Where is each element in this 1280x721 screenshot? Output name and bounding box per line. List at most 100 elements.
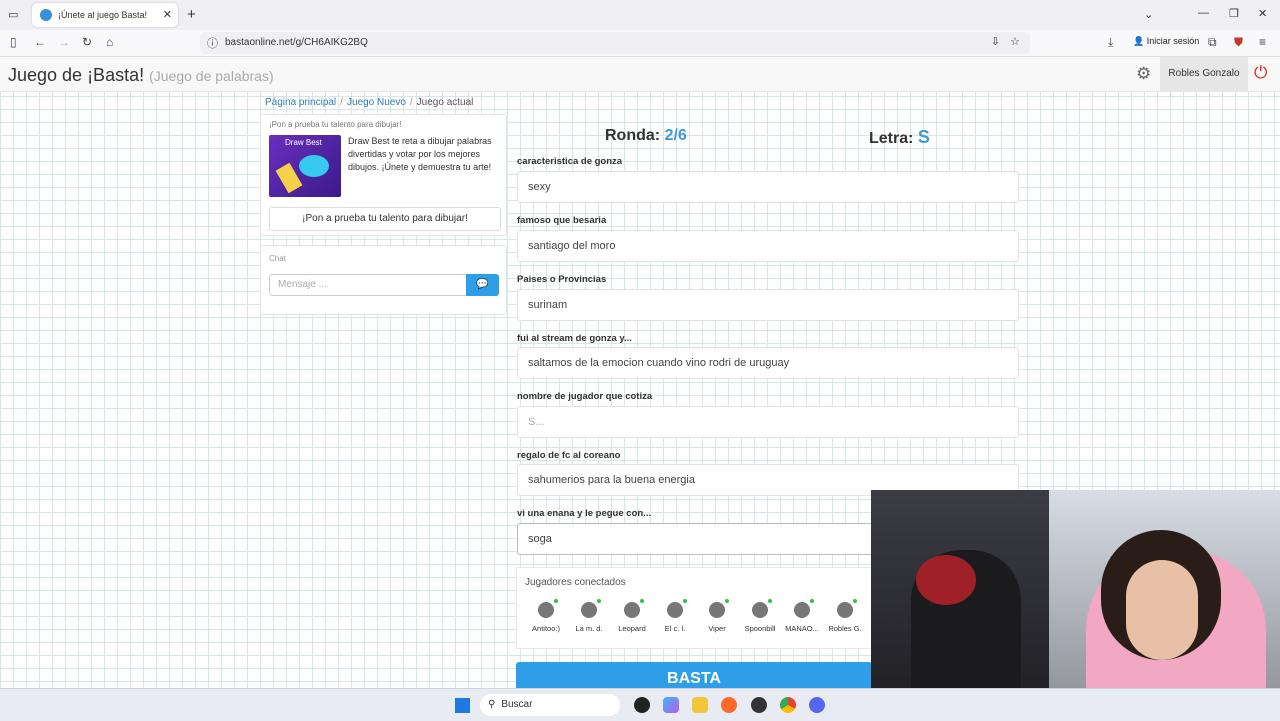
- site-header: Juego de ¡Basta! (Juego de palabras) ⚙ R…: [0, 57, 1280, 92]
- category-input[interactable]: santiago del moro: [517, 230, 1019, 262]
- promo-text: Draw Best te reta a dibujar palabras div…: [348, 136, 492, 172]
- brand-title: Juego de ¡Basta!: [8, 65, 145, 85]
- tab-overflow-icon[interactable]: ⌄: [1144, 8, 1153, 21]
- promo-heading: ¡Pon a prueba tu talento para dibujar!: [269, 120, 402, 129]
- forward-icon[interactable]: →: [58, 35, 70, 49]
- extensions-icon[interactable]: ⧉: [1208, 35, 1217, 50]
- chat-send-button[interactable]: 💬: [466, 274, 499, 296]
- new-tab-icon[interactable]: +: [187, 6, 196, 23]
- url-text: bastaonline.net/g/CH6AIKG2BQ: [225, 37, 368, 48]
- signin-label: Iniciar sesión: [1146, 36, 1200, 46]
- tab-title: ¡Únete al juego Basta!: [58, 10, 148, 20]
- promo-button[interactable]: ¡Pon a prueba tu talento para dibujar!: [269, 207, 501, 231]
- home-icon[interactable]: ⌂: [106, 35, 113, 49]
- category-label: Paises o Provincias: [517, 274, 607, 285]
- category-label: regalo de fc al coreano: [517, 450, 621, 461]
- category-input[interactable]: saltamos de la emocion cuando vino rodri…: [517, 347, 1019, 379]
- tab-list-icon[interactable]: ▭: [8, 8, 18, 21]
- user-icon: [752, 599, 772, 618]
- taskbar: ⚲ Buscar: [0, 688, 1280, 721]
- player-item[interactable]: MANAO...: [781, 599, 823, 633]
- category-label: nombre de jugador que cotiza: [517, 391, 653, 402]
- chat-panel: Chat Mensaje ... 💬: [260, 245, 507, 315]
- player-item[interactable]: Viper: [696, 599, 738, 633]
- chat-bubble-icon: 💬: [476, 279, 489, 290]
- brand-subtitle: (Juego de palabras): [149, 68, 274, 84]
- menu-icon[interactable]: ≡: [1259, 35, 1266, 49]
- player-item[interactable]: Antitoo:): [525, 599, 567, 633]
- player-name: Robles G.: [828, 624, 862, 633]
- connected-players-panel: Jugadores conectados Antitoo:) La m. d. …: [516, 567, 874, 649]
- breadcrumb: Página principal / Juego Nuevo / Juego actua…: [265, 97, 474, 108]
- player-name: La m. d.: [575, 624, 603, 633]
- promo-image[interactable]: Draw Best: [269, 135, 341, 197]
- breadcrumb-current: Juego actual: [416, 97, 474, 108]
- chat-message-input[interactable]: Mensaje ...: [269, 274, 467, 296]
- chat-label: Chat: [269, 254, 286, 263]
- user-menu[interactable]: Robles Gonzalo: [1160, 57, 1248, 91]
- promo-panel: ¡Pon a prueba tu talento para dibujar! D…: [260, 114, 507, 236]
- windows-start-icon[interactable]: [455, 698, 470, 713]
- category-input[interactable]: surinam: [517, 289, 1019, 321]
- letter-indicator: Letra: S: [869, 127, 930, 148]
- browser-tab[interactable]: ¡Únete al juego Basta! ✕: [32, 3, 178, 27]
- player-name: Viper: [708, 624, 726, 633]
- breadcrumb-new-game[interactable]: Juego Nuevo: [347, 97, 406, 108]
- player-item[interactable]: Robles G.: [824, 599, 866, 633]
- shield-extension-icon[interactable]: ⛊: [1234, 35, 1243, 50]
- site-info-icon[interactable]: ⓘ: [207, 35, 218, 51]
- gear-icon[interactable]: ⚙: [1136, 64, 1151, 84]
- power-icon[interactable]: ⏻: [1254, 63, 1267, 83]
- install-icon[interactable]: ⇩: [991, 35, 1000, 48]
- bookmark-star-icon[interactable]: ☆: [1010, 35, 1020, 48]
- app-icon[interactable]: [634, 697, 650, 713]
- category-input[interactable]: sexy: [517, 171, 1019, 203]
- webcam-overlay: [871, 490, 1280, 720]
- user-icon: [581, 599, 601, 618]
- file-explorer-icon[interactable]: [692, 697, 708, 713]
- user-icon: [837, 599, 857, 618]
- taskbar-search-label: Buscar: [501, 699, 533, 710]
- reload-icon[interactable]: ↻: [82, 35, 92, 49]
- user-icon: [667, 599, 687, 618]
- player-item[interactable]: El c. l.: [654, 599, 696, 633]
- site-brand[interactable]: Juego de ¡Basta! (Juego de palabras): [8, 65, 274, 86]
- player-name: Antitoo:): [532, 624, 560, 633]
- player-item[interactable]: La m. d.: [568, 599, 610, 633]
- back-icon[interactable]: ←: [34, 35, 46, 49]
- player-name: MANAO...: [785, 624, 819, 633]
- player-name: El c. l.: [664, 624, 686, 633]
- user-icon: [538, 599, 558, 618]
- basta-button[interactable]: BASTA: [516, 662, 872, 690]
- round-indicator: Ronda: 2/6: [605, 127, 687, 145]
- round-value: 2/6: [664, 127, 687, 144]
- search-icon: ⚲: [488, 699, 496, 710]
- promo-image-title: Draw Best: [285, 138, 322, 147]
- discord-icon[interactable]: [809, 697, 825, 713]
- breadcrumb-home[interactable]: Página principal: [265, 97, 336, 108]
- user-icon: [794, 599, 814, 618]
- category-label: famoso que besaria: [517, 215, 607, 226]
- firefox-icon[interactable]: [721, 697, 737, 713]
- downloads-icon[interactable]: ⤓: [1108, 35, 1113, 50]
- close-tab-icon[interactable]: ✕: [163, 8, 172, 21]
- player-item[interactable]: Leopard: [611, 599, 653, 633]
- player-name: Leopard: [618, 624, 646, 633]
- address-bar[interactable]: ⓘ bastaonline.net/g/CH6AIKG2BQ ⇩ ☆: [200, 32, 1030, 54]
- taskbar-search[interactable]: ⚲ Buscar: [480, 694, 620, 716]
- signin-button[interactable]: 👤 Iniciar sesión: [1133, 36, 1199, 47]
- webcam-person-left-hair: [916, 555, 976, 605]
- category-input[interactable]: S...: [517, 406, 1019, 438]
- letter-value: S: [917, 127, 930, 147]
- round-label: Ronda:: [605, 127, 661, 144]
- obs-icon[interactable]: [751, 697, 767, 713]
- close-window-icon[interactable]: ✕: [1258, 7, 1267, 20]
- restore-icon[interactable]: ❐: [1229, 7, 1239, 20]
- sidebar-icon[interactable]: ▯: [10, 35, 17, 49]
- minimize-icon[interactable]: —: [1198, 7, 1209, 19]
- chrome-icon[interactable]: [780, 697, 796, 713]
- player-name: Spoonbill: [744, 624, 776, 633]
- player-item[interactable]: Spoonbill: [739, 599, 781, 633]
- copilot-icon[interactable]: [663, 697, 679, 713]
- category-label: caracteristica de gonza: [517, 156, 623, 167]
